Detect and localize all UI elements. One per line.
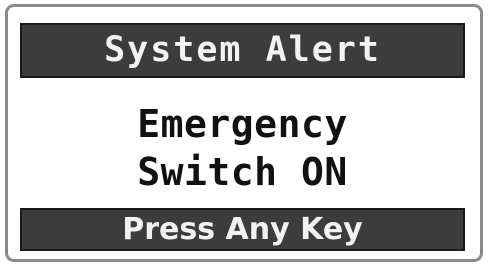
footer-prompt-label: Press Any Key xyxy=(122,211,363,247)
dialog-title: System Alert xyxy=(104,30,381,70)
press-any-key-prompt[interactable]: Press Any Key xyxy=(20,208,465,251)
title-bar: System Alert xyxy=(20,23,465,78)
message-line-1: Emergency xyxy=(137,102,348,146)
message-line-2: Switch ON xyxy=(137,150,348,194)
alert-message: Emergency Switch ON xyxy=(20,100,465,196)
